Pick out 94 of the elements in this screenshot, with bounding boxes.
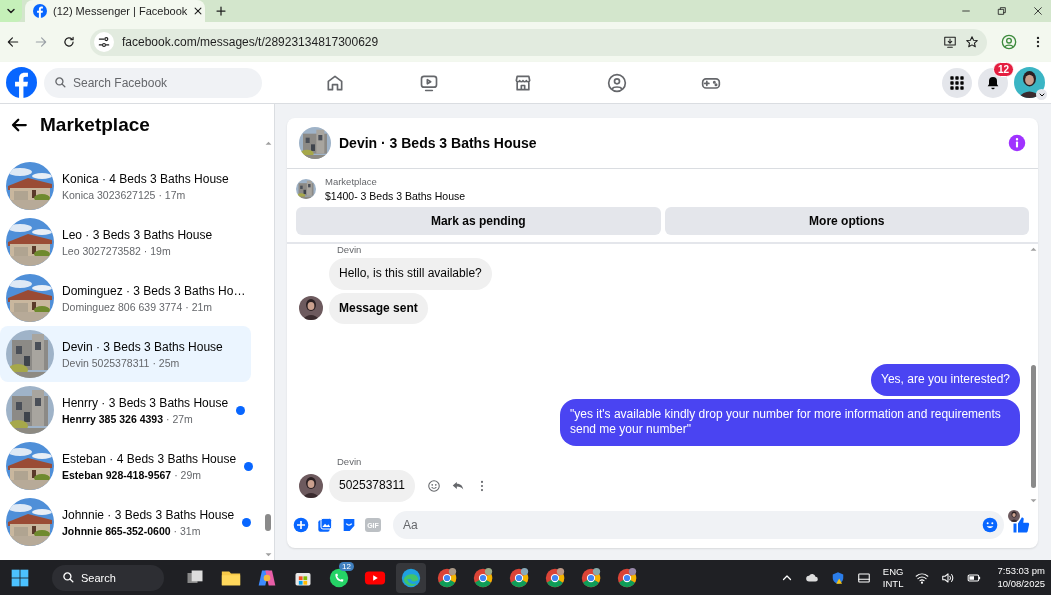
star-icon[interactable] — [965, 35, 979, 49]
conversation-title: Esteban · 4 Beds 3 Baths House — [62, 451, 237, 466]
account-caret-icon[interactable] — [1036, 89, 1047, 100]
emoji-icon[interactable] — [426, 478, 441, 493]
close-icon[interactable] — [193, 6, 204, 16]
chrome-icon[interactable] — [508, 566, 530, 589]
menu-button[interactable] — [942, 67, 972, 98]
sender-name: Devin — [337, 455, 363, 467]
conversation-preview: Esteban 928-418-9567 — [62, 468, 172, 481]
sidebar-title: Marketplace — [40, 114, 150, 136]
sent-message: Yes, are you interested? — [871, 364, 1020, 396]
listing-label: Marketplace — [325, 176, 378, 187]
site-settings-icon[interactable] — [97, 35, 111, 49]
tab-title: (12) Messenger | Facebook — [53, 5, 188, 17]
new-tab-icon[interactable] — [215, 5, 227, 17]
reload-icon[interactable] — [62, 35, 76, 49]
wifi-icon[interactable] — [915, 570, 930, 585]
address-bar[interactable]: facebook.com/messages/t/28923134817300629 — [90, 28, 987, 56]
chrome-icon[interactable] — [544, 566, 566, 589]
conversation-preview: Leo 3027273582 — [62, 244, 141, 257]
conversation-title: Dominguez · 3 Beds 3 Baths Ho… — [62, 283, 246, 298]
scrollbar-thumb[interactable] — [265, 514, 271, 531]
facebook-logo-icon[interactable] — [6, 67, 37, 98]
groups-icon[interactable] — [607, 72, 627, 93]
search-icon — [54, 76, 67, 89]
notifications-button[interactable] — [978, 67, 1008, 98]
conversation-preview: Dominguez 806 639 3774 — [62, 300, 183, 313]
shield-icon[interactable] — [830, 570, 845, 585]
conversation-time: · 25m — [152, 356, 180, 369]
photo-icon[interactable] — [317, 517, 333, 533]
chrome-icon[interactable] — [616, 566, 638, 589]
conversation-preview: Devin 5025378311 — [62, 356, 150, 369]
tab-list-button[interactable] — [0, 0, 22, 22]
conversation-title: Henrry · 3 Beds 3 Baths House — [62, 395, 229, 410]
conversation-title: Konica · 4 Beds 3 Baths House — [62, 171, 230, 186]
sender-name: Devin — [337, 244, 363, 255]
conversation-item[interactable]: Leo · 3 Beds 3 Baths House Leo 3027273582 · 19m — [0, 214, 251, 270]
info-icon[interactable] — [1008, 134, 1026, 152]
message-field[interactable]: Aa — [393, 511, 1004, 539]
taskbar-badge: 12 — [339, 561, 354, 571]
search-field[interactable]: Search Facebook — [44, 67, 262, 98]
scrollbar-thumb[interactable] — [1030, 365, 1036, 488]
listing-title: $1400- 3 Beds 3 Baths House — [325, 190, 466, 202]
start-icon[interactable] — [10, 567, 30, 588]
chrome-icon[interactable] — [436, 566, 458, 589]
received-message: Message sent — [329, 292, 428, 325]
plus-icon[interactable] — [293, 517, 309, 533]
conversation-item[interactable]: Dominguez · 3 Beds 3 Baths Ho… Dominguez 806 639 3774 · 21m — [0, 270, 251, 326]
volume-icon[interactable] — [941, 570, 956, 585]
bell-icon — [985, 74, 1001, 91]
browser-icon[interactable] — [400, 566, 422, 589]
facebook-icon — [33, 4, 47, 18]
close-icon[interactable] — [1033, 6, 1043, 16]
conversation-preview: Henrry 385 326 4393 — [62, 412, 163, 425]
conversation-item[interactable]: Devin · 3 Beds 3 Baths House Devin 5025378311 · 25m — [0, 326, 251, 382]
emoji-icon[interactable] — [982, 517, 998, 533]
conversation-time: · 17m — [158, 188, 186, 201]
received-message: Hello, is this still available? — [329, 258, 492, 290]
search-icon — [62, 571, 75, 584]
profile-icon[interactable] — [1001, 34, 1017, 50]
conversation-preview: Konica 3023627125 — [62, 188, 156, 201]
chat-title: Devin · 3 Beds 3 Baths House — [339, 135, 538, 151]
restore-icon[interactable] — [997, 6, 1007, 16]
conversation-item[interactable]: Konica · 4 Beds 3 Baths House Konica 3023627125 · 17m — [0, 158, 251, 214]
sent-message: "yes it's available kindly drop your number for more information and requirements send me your number" — [560, 398, 1020, 446]
taskbar-search[interactable]: Search — [52, 564, 164, 591]
conversation-time: · 27m — [166, 412, 193, 425]
language-indicator[interactable]: ENG INTL — [882, 566, 904, 589]
conversation-title: Johnnie · 3 Beds 3 Baths House — [62, 507, 235, 522]
grid-icon — [949, 74, 965, 91]
install-icon[interactable] — [943, 35, 957, 49]
conversation-time: · 29m — [174, 468, 201, 481]
conversation-time: · 19m — [143, 244, 171, 257]
device-icon[interactable] — [856, 570, 871, 585]
conversation-time: · 31m — [173, 524, 201, 537]
chrome-icon[interactable] — [580, 566, 602, 589]
conversation-title: Devin · 3 Beds 3 Baths House — [62, 339, 224, 354]
conversation-item[interactable]: Henrry · 3 Beds 3 Baths House Henrry 385 326 4393 · 27m — [0, 382, 251, 438]
conversation-time: · 21m — [185, 300, 213, 313]
listing-action-button[interactable]: More options — [664, 207, 1029, 235]
browser-tab[interactable]: (12) Messenger | Facebook — [25, 0, 205, 22]
taskbar-clock[interactable]: 7:53:03 pm 10/08/2025 — [997, 565, 1045, 590]
like-icon[interactable] — [1012, 516, 1030, 534]
sticker-icon[interactable] — [341, 517, 357, 533]
conversation-item[interactable]: Johnnie · 3 Beds 3 Baths House Johnnie 865-352-0600 · 31m — [0, 494, 251, 550]
back-arrow-icon[interactable] — [10, 116, 28, 134]
back-icon[interactable] — [6, 35, 20, 49]
received-message: 5025378311 — [329, 469, 415, 502]
chrome-icon[interactable] — [472, 566, 494, 589]
conversation-item[interactable]: Esteban · 4 Beds 3 Baths House Esteban 928-418-9567 · 29m — [0, 438, 251, 494]
url-text: facebook.com/messages/t/28923134817300629 — [122, 35, 380, 49]
listing-action-button[interactable]: Mark as pending — [296, 207, 661, 235]
conversation-preview: Johnnie 865-352-0600 — [62, 524, 171, 537]
conversation-title: Leo · 3 Beds 3 Baths House — [62, 227, 214, 242]
